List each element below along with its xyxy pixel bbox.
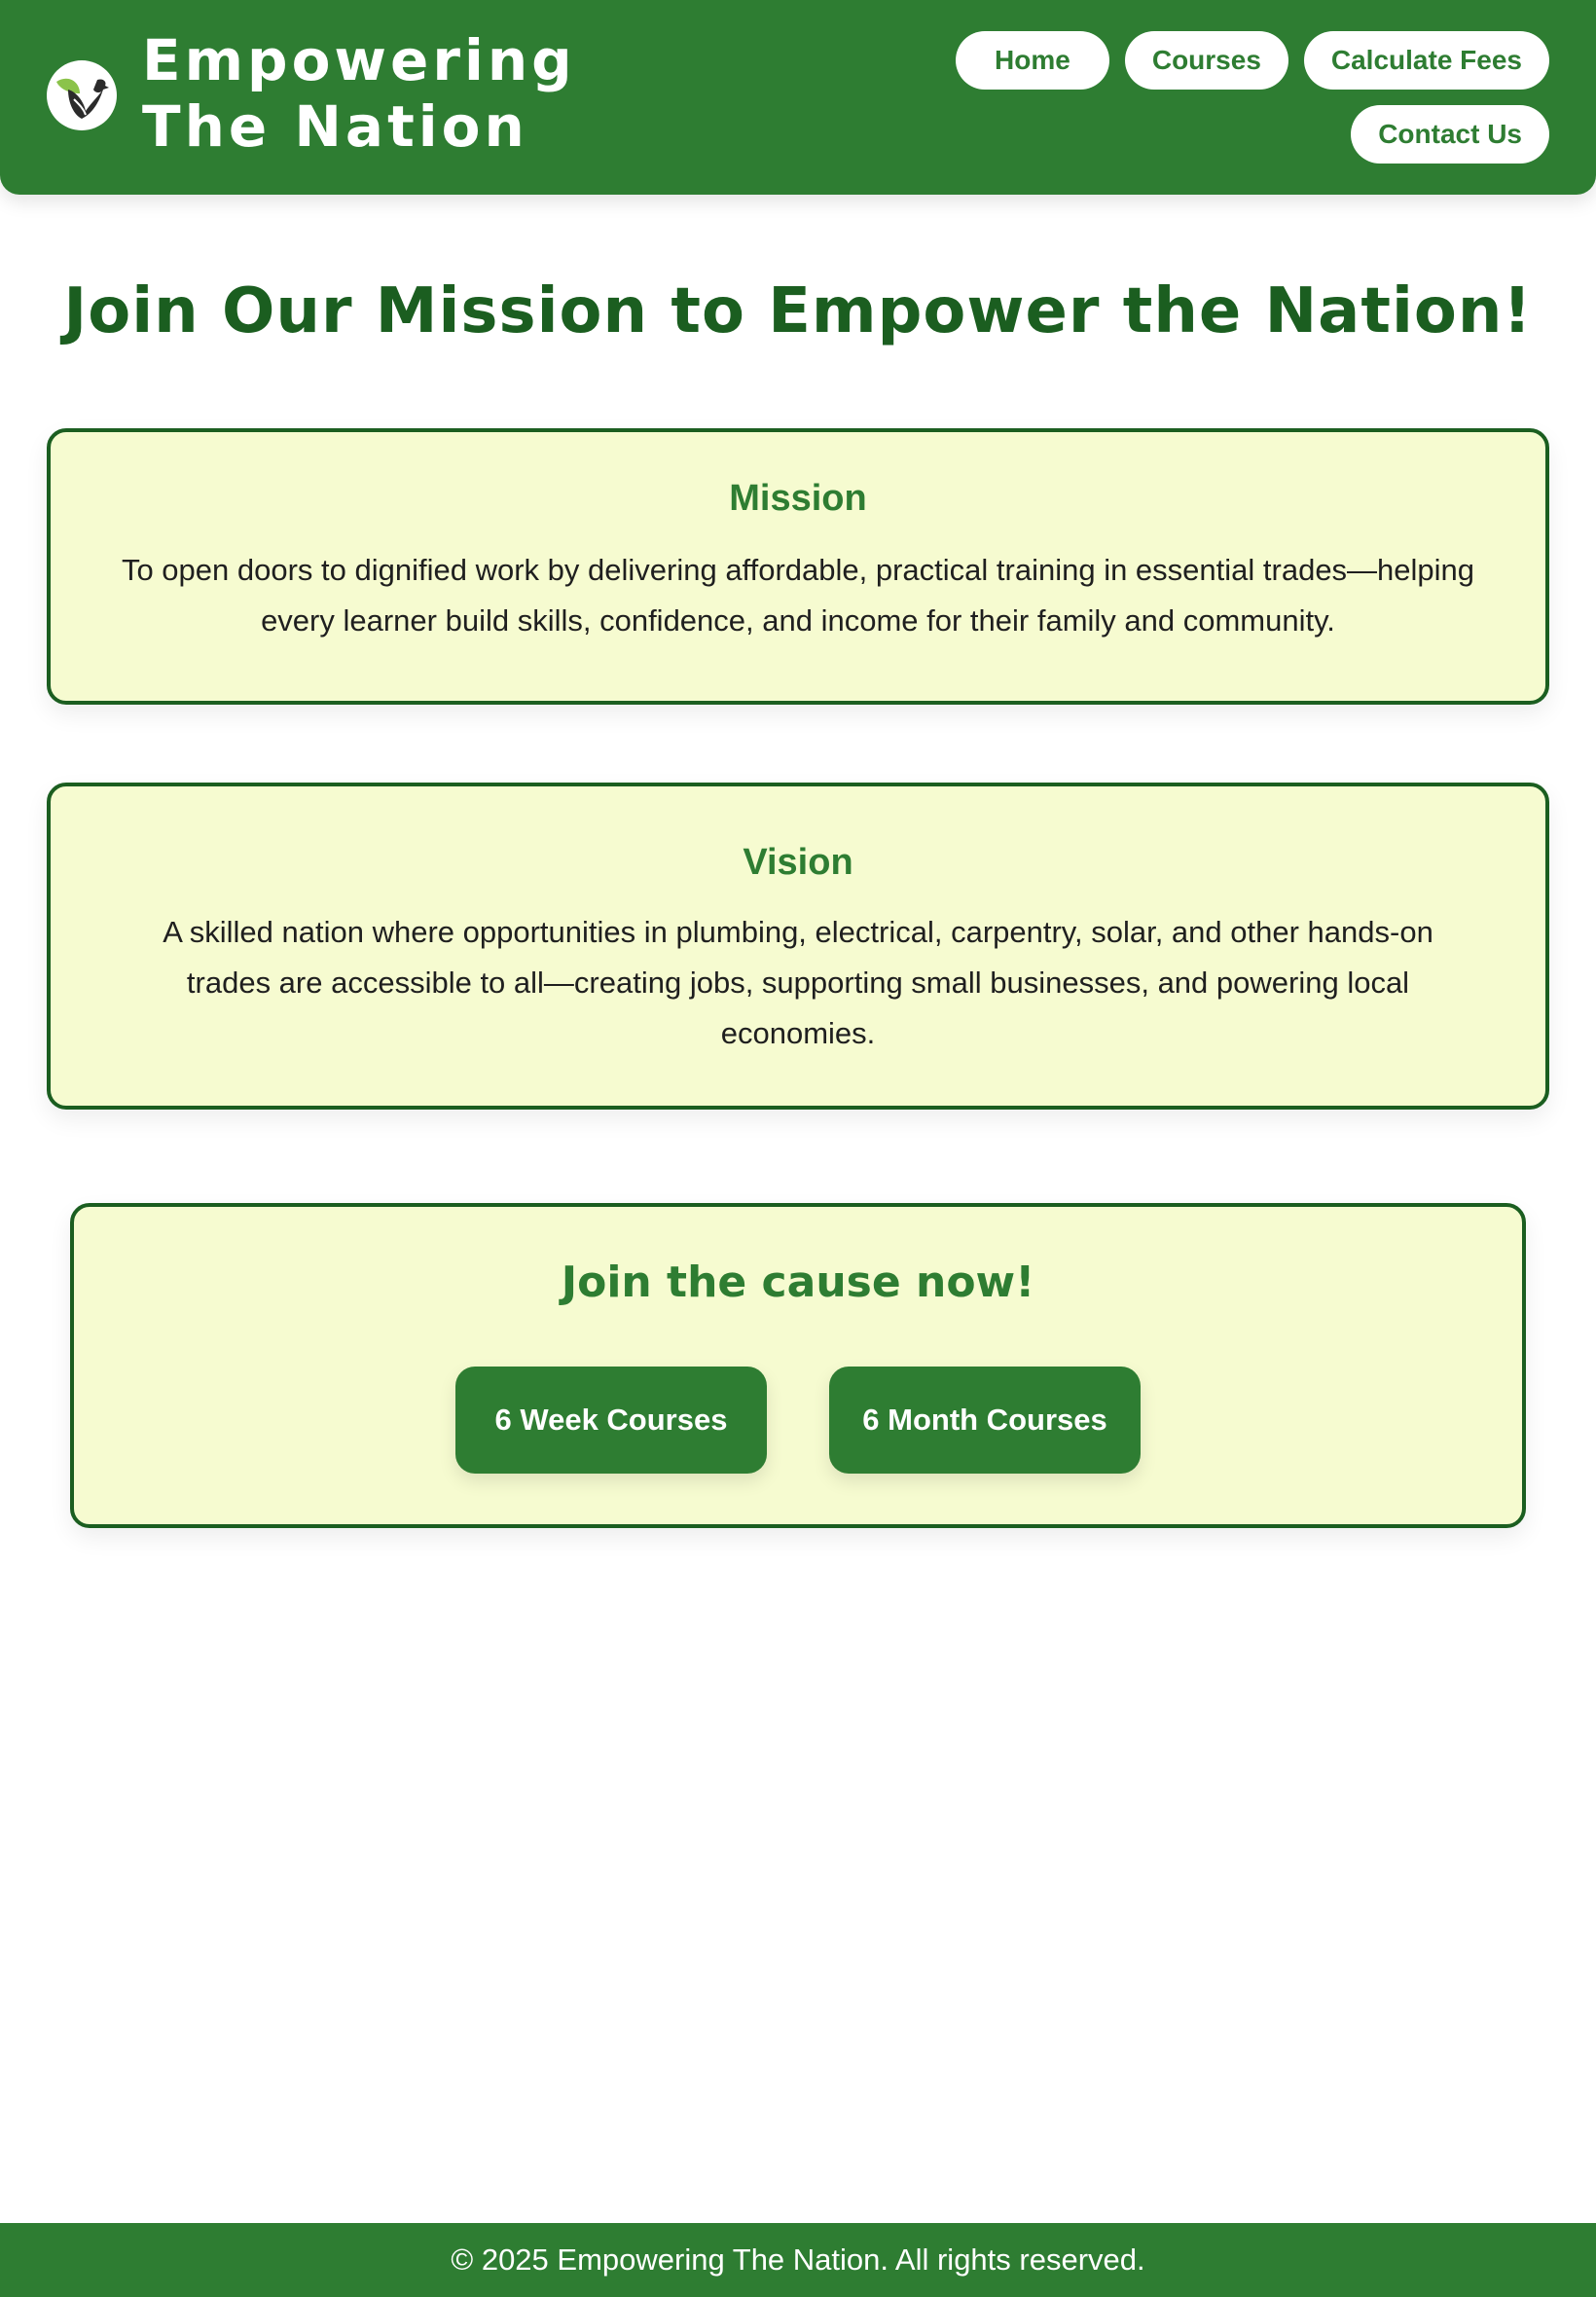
mission-text: To open doors to dignified work by deliv… bbox=[121, 553, 1475, 638]
dove-leaf-icon[interactable] bbox=[47, 60, 117, 130]
nav-courses-button[interactable]: Courses bbox=[1124, 31, 1288, 90]
six-month-courses-button[interactable]: 6 Month Courses bbox=[829, 1367, 1141, 1474]
site-footer: © 2025 Empowering The Nation. All rights… bbox=[0, 2223, 1596, 2297]
vision-card: Vision A skilled nation where opportunit… bbox=[47, 783, 1549, 1110]
main-nav: Home Courses Calculate Fees Contact Us bbox=[888, 31, 1549, 164]
cta-card: Join the cause now! 6 Week Courses 6 Mon… bbox=[70, 1203, 1526, 1528]
logo-graphic bbox=[48, 61, 116, 129]
nav-home-button[interactable]: Home bbox=[956, 31, 1109, 90]
vision-heading: Vision bbox=[743, 842, 853, 883]
brand-title: Empowering The Nation bbox=[142, 27, 576, 160]
nav-contact-us-button[interactable]: Contact Us bbox=[1351, 105, 1549, 164]
page-title: Join Our Mission to Empower the Nation! bbox=[63, 275, 1533, 347]
site-header: Empowering The Nation Home Courses Calcu… bbox=[0, 0, 1596, 195]
nav-calculate-fees-button[interactable]: Calculate Fees bbox=[1303, 31, 1549, 90]
footer-copyright: © 2025 Empowering The Nation. All rights… bbox=[451, 2242, 1145, 2277]
mission-card: Mission To open doors to dignified work … bbox=[47, 428, 1549, 705]
mission-heading: Mission bbox=[729, 478, 867, 519]
six-week-courses-button[interactable]: 6 Week Courses bbox=[455, 1367, 767, 1474]
vision-text: A skilled nation where opportunities in … bbox=[163, 915, 1433, 1050]
cta-button-group: 6 Week Courses 6 Month Courses bbox=[74, 1367, 1522, 1474]
cta-heading: Join the cause now! bbox=[561, 1258, 1035, 1307]
